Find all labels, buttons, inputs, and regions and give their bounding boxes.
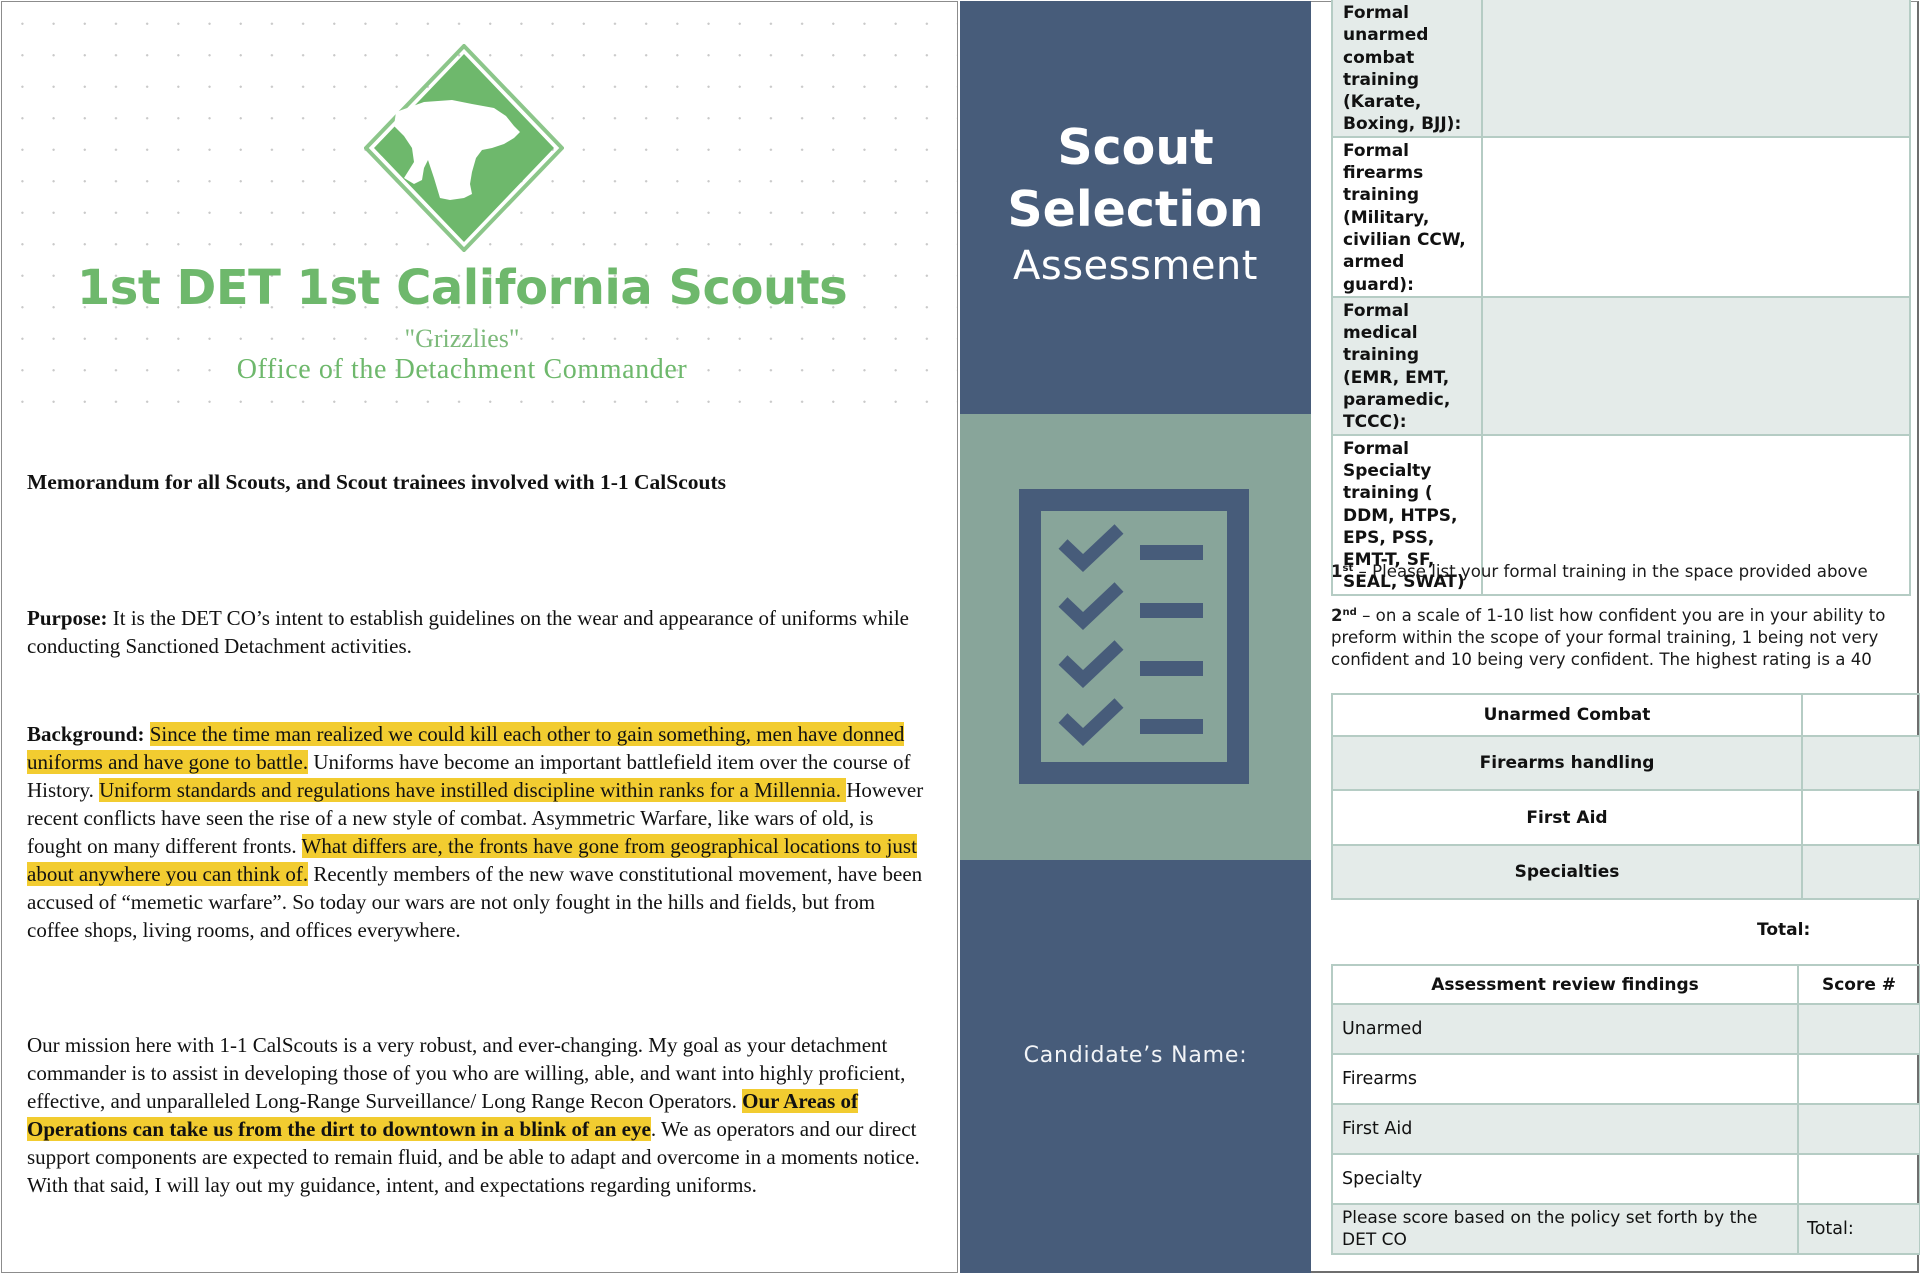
category-label: Unarmed Combat bbox=[1331, 693, 1803, 737]
column-header-score: Score # bbox=[1797, 964, 1920, 1005]
confidence-rating-table: Unarmed Combat Firearms handling First A… bbox=[1331, 693, 1920, 900]
training-label: Formal medical training (EMR, EMT, param… bbox=[1331, 295, 1483, 436]
table-row: Specialty bbox=[1331, 1153, 1920, 1205]
cover-title-line1: Scout bbox=[1057, 119, 1214, 176]
confidence-total-label: Total: bbox=[1757, 920, 1811, 940]
table-row: First Aid bbox=[1331, 789, 1920, 846]
confidence-score-field[interactable] bbox=[1801, 789, 1920, 846]
step-number: 2 bbox=[1331, 606, 1343, 625]
background-paragraph: Background: Since the time man realized … bbox=[27, 720, 927, 944]
memo-page: 1st DET 1st California Scouts "Grizzlies… bbox=[1, 1, 958, 1273]
table-row: Firearms bbox=[1331, 1053, 1920, 1105]
confidence-score-field[interactable] bbox=[1801, 735, 1920, 791]
finding-label: Firearms bbox=[1331, 1053, 1799, 1105]
table-row: Specialties bbox=[1331, 844, 1920, 900]
step-ordinal: st bbox=[1342, 563, 1354, 574]
review-score-field[interactable] bbox=[1797, 1003, 1920, 1055]
finding-label: Specialty bbox=[1331, 1153, 1799, 1205]
table-row: Please score based on the policy set for… bbox=[1331, 1203, 1920, 1255]
review-total-field[interactable]: Total: bbox=[1797, 1203, 1920, 1255]
org-nickname: "Grizzlies" bbox=[404, 324, 520, 353]
finding-label: Unarmed bbox=[1331, 1003, 1799, 1055]
background-label: Background: bbox=[27, 722, 145, 746]
cover-title-line2: Selection bbox=[1007, 181, 1264, 238]
table-row: Unarmed Combat bbox=[1331, 693, 1920, 737]
category-label: Firearms handling bbox=[1331, 735, 1803, 791]
table-row: Unarmed bbox=[1331, 1003, 1920, 1055]
cover-subtitle: Assessment bbox=[1013, 243, 1258, 289]
finding-label: First Aid bbox=[1331, 1103, 1799, 1155]
table-row: Firearms handling bbox=[1331, 735, 1920, 791]
cover-icon-block bbox=[960, 414, 1311, 860]
training-entry-field[interactable] bbox=[1481, 135, 1911, 298]
column-header-findings: Assessment review findings bbox=[1331, 964, 1799, 1005]
highlighted-text: Uniform standards and regulations have i… bbox=[99, 778, 847, 802]
office-title: Office of the Detachment Commander bbox=[236, 354, 688, 385]
purpose-label: Purpose: bbox=[27, 606, 108, 630]
memo-heading: Memorandum for all Scouts, and Scout tra… bbox=[27, 470, 726, 494]
training-entry-field[interactable] bbox=[1481, 295, 1911, 436]
review-score-field[interactable] bbox=[1797, 1053, 1920, 1105]
confidence-score-field[interactable] bbox=[1801, 693, 1920, 737]
cover-title-block: Scout Selection Assessment bbox=[960, 1, 1311, 414]
step-ordinal: nd bbox=[1342, 607, 1357, 618]
training-entry-field[interactable] bbox=[1481, 0, 1911, 138]
instruction-step-1: 1st – Please list your formal training i… bbox=[1331, 561, 1916, 583]
grizzly-bear-diamond-logo-icon bbox=[364, 44, 564, 252]
table-row: Formal firearms training (Military, civi… bbox=[1331, 135, 1911, 298]
purpose-text: It is the DET CO’s intent to establish g… bbox=[27, 606, 909, 658]
org-name: 1st DET 1st California Scouts bbox=[76, 260, 848, 316]
instruction-step-2: 2nd – on a scale of 1-10 list how confid… bbox=[1331, 605, 1916, 671]
table-header-row: Assessment review findings Score # bbox=[1331, 964, 1920, 1005]
category-label: First Aid bbox=[1331, 789, 1803, 846]
formal-training-table: Formal unarmed combat training (Karate, … bbox=[1331, 0, 1911, 596]
table-row: First Aid bbox=[1331, 1103, 1920, 1155]
scoring-note: Please score based on the policy set for… bbox=[1331, 1203, 1799, 1255]
training-label: Formal unarmed combat training (Karate, … bbox=[1331, 0, 1483, 138]
step-number: 1 bbox=[1331, 562, 1343, 581]
confidence-score-field[interactable] bbox=[1801, 844, 1920, 900]
review-score-field[interactable] bbox=[1797, 1153, 1920, 1205]
cover-candidate-block: Candidate’s Name: bbox=[960, 860, 1311, 1273]
review-score-field[interactable] bbox=[1797, 1103, 1920, 1155]
training-label: Formal firearms training (Military, civi… bbox=[1331, 135, 1483, 298]
step-text: – on a scale of 1-10 list how confident … bbox=[1331, 606, 1886, 669]
category-label: Specialties bbox=[1331, 844, 1803, 900]
table-row: Formal unarmed combat training (Karate, … bbox=[1331, 0, 1911, 138]
step-text: – Please list your formal training in th… bbox=[1353, 562, 1868, 581]
candidate-name-label: Candidate’s Name: bbox=[1023, 1043, 1248, 1068]
purpose-paragraph: Purpose: It is the DET CO’s intent to es… bbox=[27, 604, 927, 660]
mission-paragraph: Our mission here with 1-1 CalScouts is a… bbox=[27, 1031, 927, 1199]
assessment-review-table: Assessment review findings Score # Unarm… bbox=[1331, 964, 1920, 1255]
table-row: Formal medical training (EMR, EMT, param… bbox=[1331, 295, 1911, 436]
checklist-icon bbox=[1019, 489, 1249, 784]
